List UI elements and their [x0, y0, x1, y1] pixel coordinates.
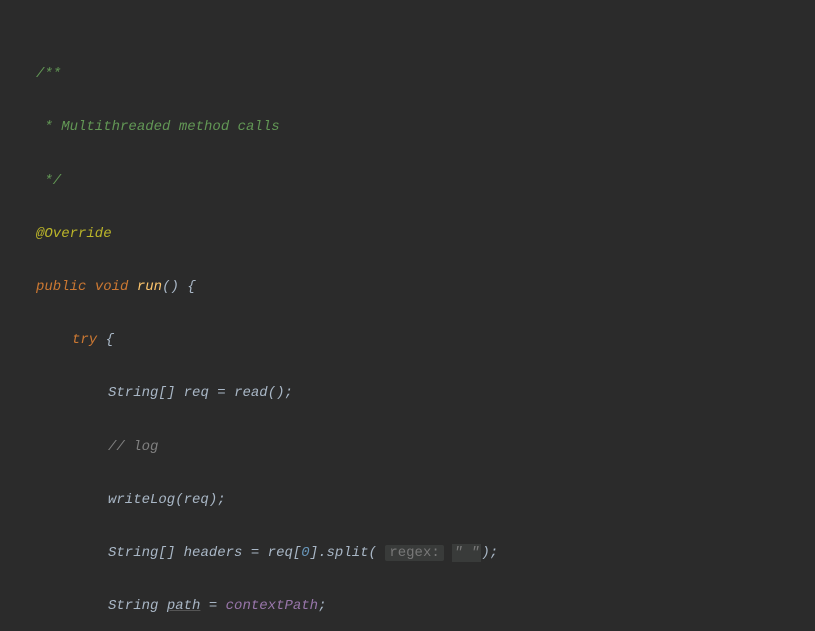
identifier: req — [184, 385, 209, 401]
annotation: @Override — [36, 226, 112, 242]
code-line: * Multithreaded method calls — [0, 114, 815, 141]
code-line: @Override — [0, 221, 815, 248]
doc-comment: */ — [36, 173, 61, 189]
keyword: public — [36, 279, 86, 295]
code-line: /** — [0, 61, 815, 88]
doc-comment: * Multithreaded method calls — [36, 119, 280, 135]
code-line: writeLog(req); — [0, 487, 815, 514]
type: String — [108, 385, 158, 401]
code-line: // log — [0, 434, 815, 461]
code-line: String path = contextPath; — [0, 593, 815, 620]
method-call: split — [327, 545, 369, 561]
type: String — [108, 545, 158, 561]
keyword: void — [95, 279, 129, 295]
method-name: run — [137, 279, 162, 295]
param-hint: regex: — [385, 545, 443, 561]
number: 0 — [301, 545, 309, 561]
keyword: try — [72, 332, 97, 348]
method-call: writeLog — [108, 492, 175, 508]
code-line: try { — [0, 327, 815, 354]
line-comment: // log — [108, 439, 158, 455]
code-line: String[] headers = req[0].split( regex: … — [0, 540, 815, 567]
type: String — [108, 598, 158, 614]
identifier: headers — [184, 545, 243, 561]
string-literal: " " — [452, 544, 481, 562]
field: contextPath — [226, 598, 318, 614]
code-line: public void run() { — [0, 274, 815, 301]
code-editor[interactable]: /** * Multithreaded method calls */ @Ove… — [0, 0, 815, 631]
code-line: String[] req = read(); — [0, 380, 815, 407]
code-line: */ — [0, 168, 815, 195]
identifier: path — [167, 598, 201, 614]
doc-comment: /** — [36, 66, 61, 82]
method-call: read — [234, 385, 268, 401]
